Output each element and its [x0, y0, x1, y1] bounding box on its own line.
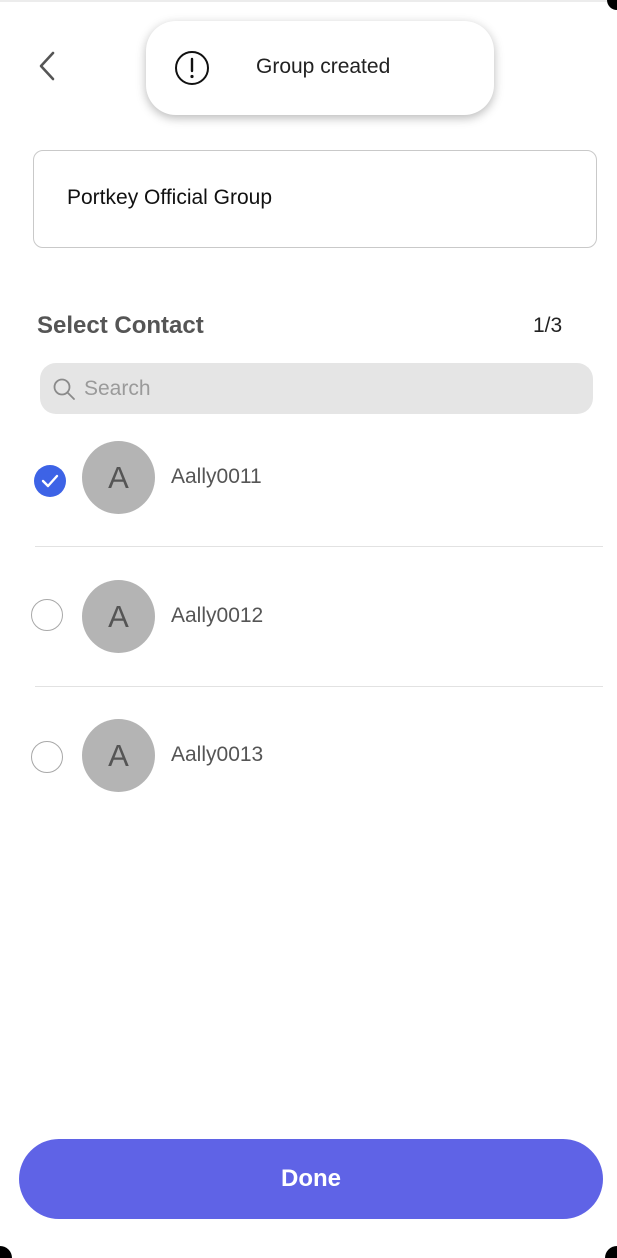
avatar: A	[82, 719, 155, 792]
search-icon	[53, 378, 75, 400]
contact-name: Aally0011	[171, 465, 262, 488]
done-button[interactable]: Done	[19, 1139, 603, 1219]
contact-name: Aally0013	[171, 743, 264, 766]
contact-row[interactable]: A Aally0012	[0, 547, 617, 686]
back-button[interactable]	[28, 46, 68, 86]
search-bar[interactable]	[40, 363, 593, 414]
screen-corner	[605, 1246, 617, 1258]
top-divider	[0, 0, 617, 2]
checkbox-unchecked[interactable]	[31, 741, 63, 773]
section-title: Select Contact	[37, 312, 204, 339]
checkbox-unchecked[interactable]	[31, 599, 63, 631]
checkmark-icon	[41, 474, 59, 488]
group-name-input[interactable]	[67, 186, 547, 210]
screen-corner	[0, 1246, 12, 1258]
toast-notification: Group created	[146, 21, 494, 115]
contact-row[interactable]: A Aally0013	[0, 686, 617, 825]
avatar: A	[82, 580, 155, 653]
toast-message: Group created	[256, 55, 391, 78]
screen-corner	[607, 0, 617, 10]
avatar: A	[82, 441, 155, 514]
group-name-field[interactable]	[33, 150, 597, 248]
contact-name: Aally0012	[171, 604, 264, 627]
selected-count: 1/3	[533, 314, 563, 337]
search-input[interactable]	[84, 377, 564, 401]
exclamation-circle-icon	[175, 51, 209, 85]
contact-row[interactable]: A Aally0011	[0, 408, 617, 547]
checkbox-checked[interactable]	[34, 465, 66, 497]
chevron-left-icon	[39, 51, 55, 81]
